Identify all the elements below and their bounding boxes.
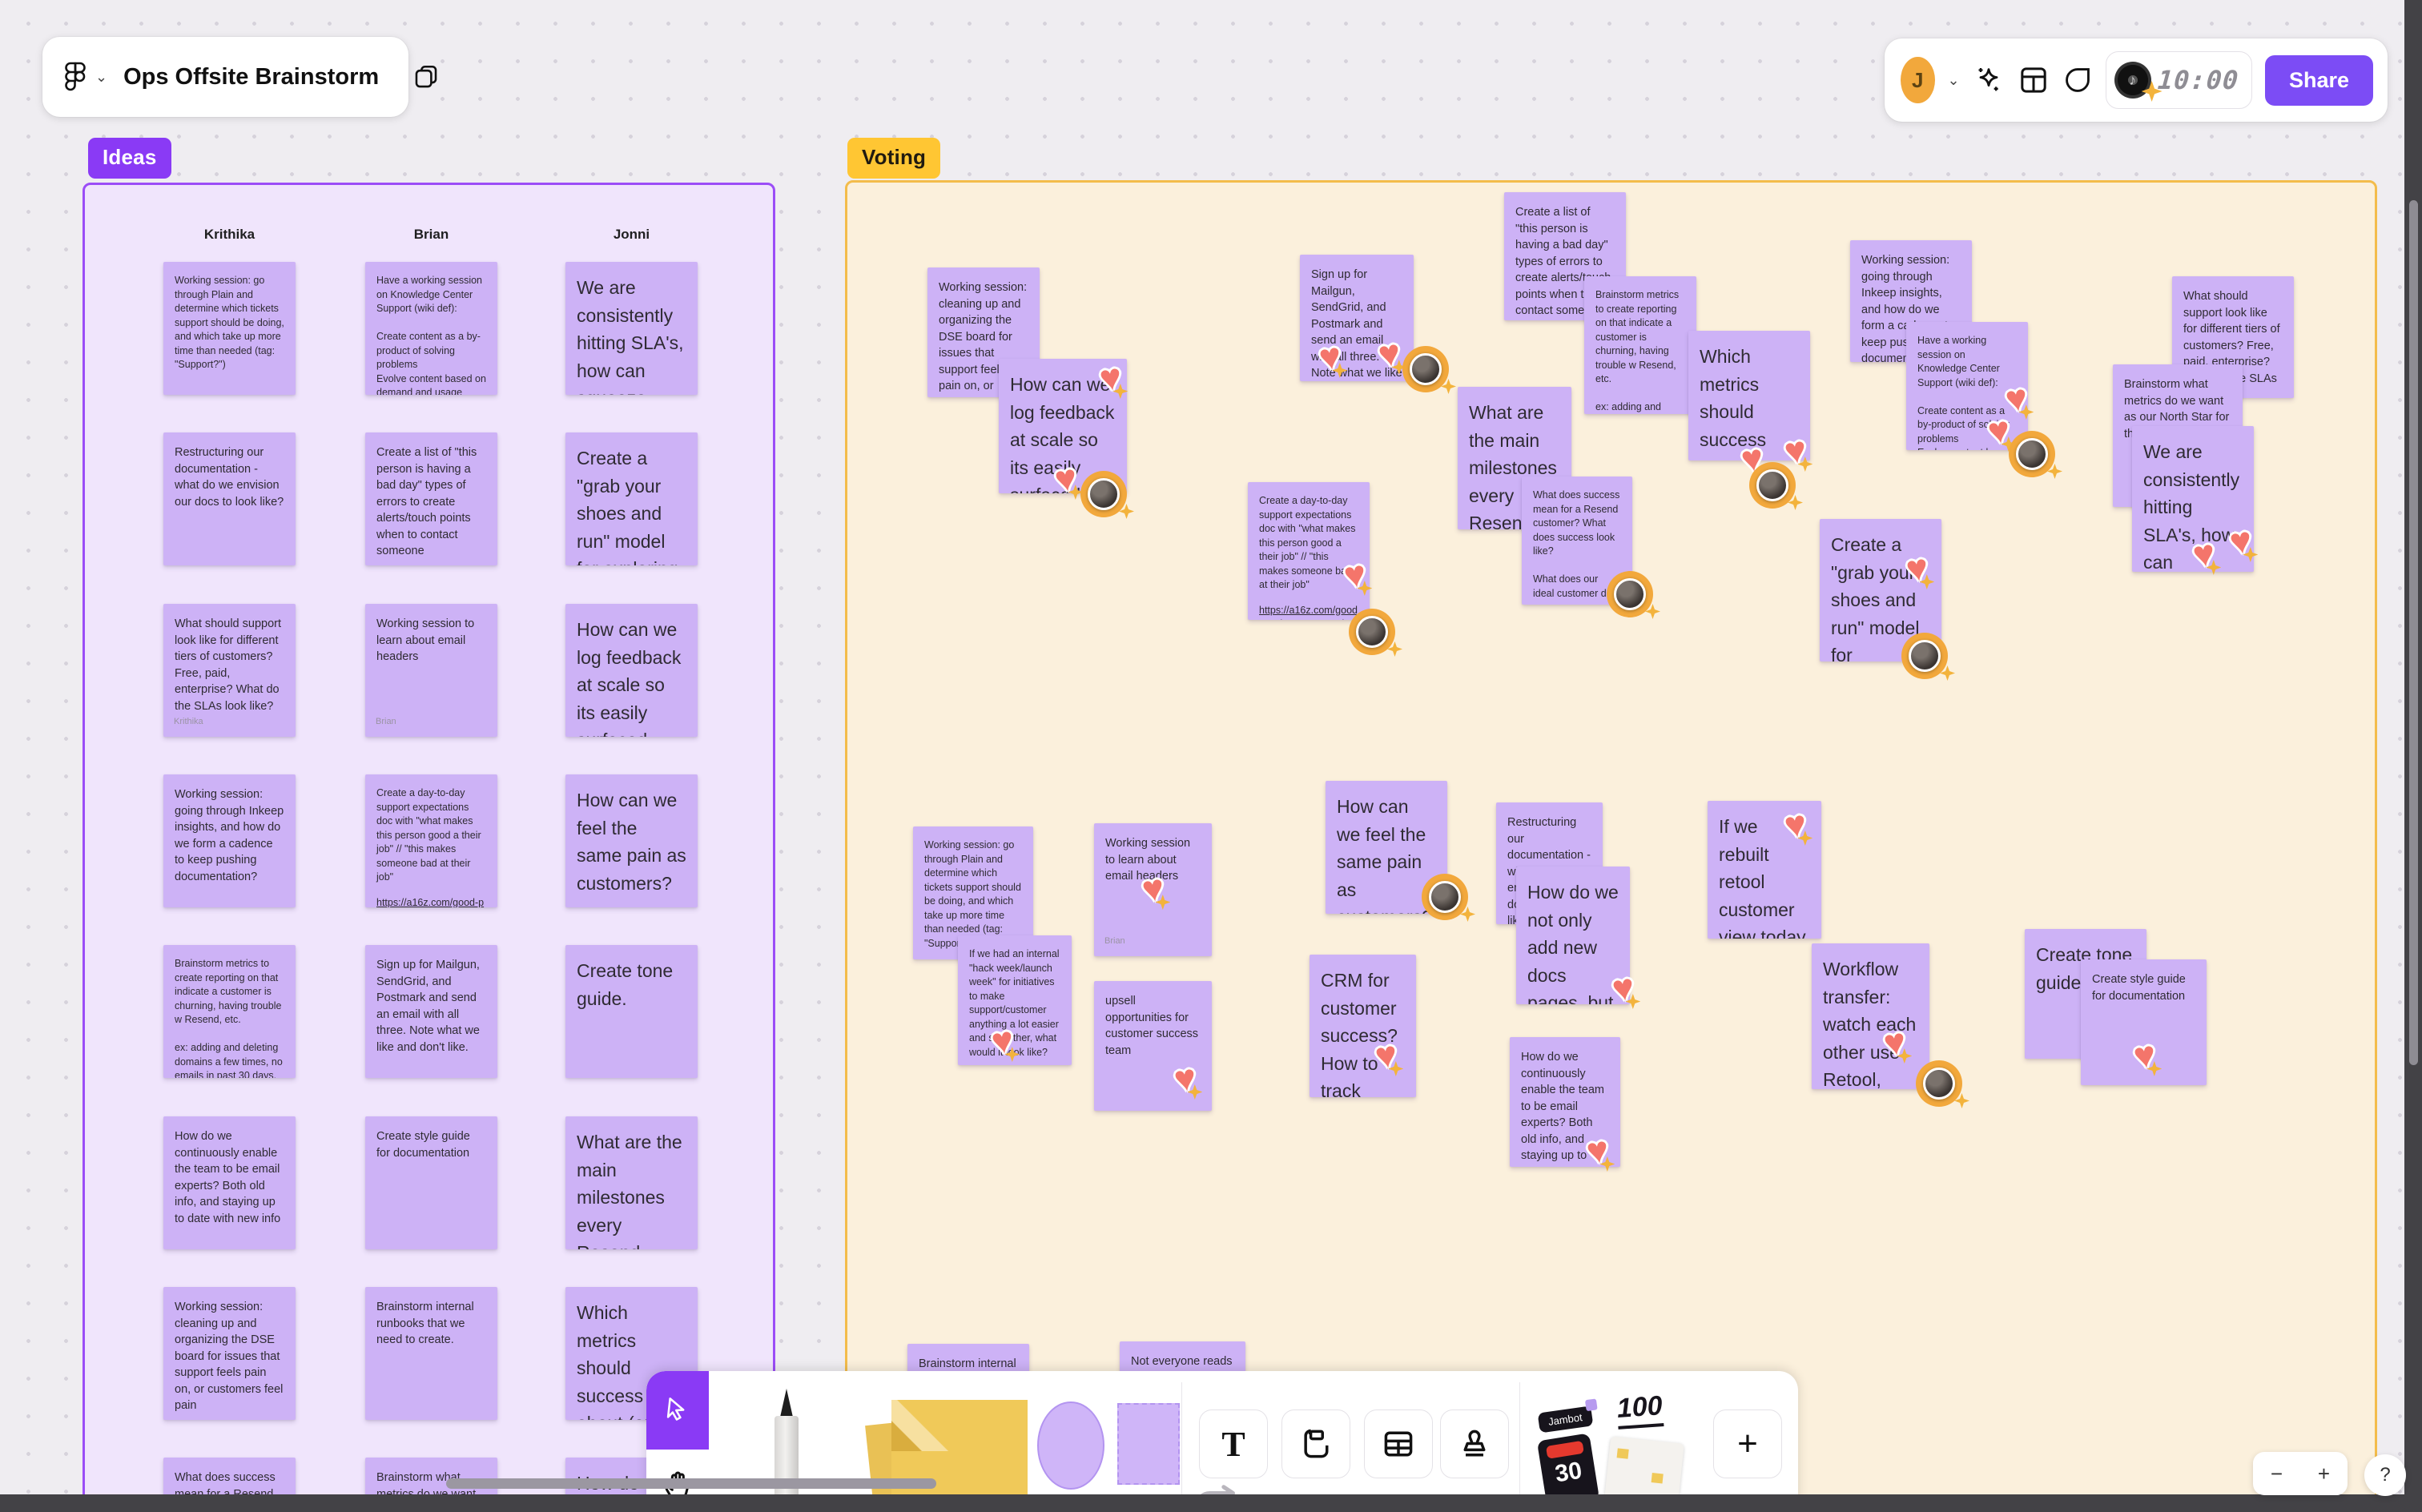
figma-logo-icon[interactable] bbox=[65, 59, 86, 94]
file-title-bar: ⌄ Ops Offsite Brainstorm bbox=[42, 37, 437, 117]
music-disc-icon: ♪ bbox=[2114, 62, 2162, 102]
sticky-note[interactable]: Brainstorm metrics to create reporting o… bbox=[1584, 276, 1696, 414]
sticky-note[interactable]: Create a list of "this person is having … bbox=[365, 432, 497, 565]
sticky-note[interactable]: Working session to learn about email hea… bbox=[1094, 823, 1212, 956]
column-author-label: Jonni bbox=[613, 227, 650, 242]
share-button[interactable]: Share bbox=[2264, 54, 2373, 106]
sticky-note[interactable]: How do we not only add new docs pages, b… bbox=[1516, 867, 1630, 1004]
sticky-note[interactable]: Create style guide for documentation bbox=[365, 1116, 497, 1249]
horizontal-scrollbar[interactable] bbox=[446, 1478, 936, 1489]
sticky-note[interactable]: What does success mean for a Resend cust… bbox=[1522, 477, 1632, 605]
sticky-note[interactable]: What should support look like for differ… bbox=[163, 604, 296, 737]
note-author: Brian bbox=[376, 717, 396, 727]
sticky-note[interactable]: Create tone guide. bbox=[565, 945, 698, 1078]
stamp-tool[interactable] bbox=[1440, 1409, 1509, 1478]
zoom-in-button[interactable]: + bbox=[2318, 1462, 2330, 1486]
note-author: Brian bbox=[1104, 936, 1125, 947]
column-author-label: Brian bbox=[413, 227, 449, 242]
app-toolbar: J ⌄ ♪ 10:00 Share bbox=[1885, 38, 2388, 122]
sticky-note[interactable]: Workflow transfer: watch each other use … bbox=[1812, 943, 1929, 1089]
sticky-note[interactable]: Create a day-to-day support expectations… bbox=[365, 774, 497, 907]
vertical-scrollbar[interactable] bbox=[2409, 200, 2418, 1065]
sticky-note[interactable]: If we had an internal "hack week/launch … bbox=[958, 935, 1072, 1065]
sticky-note[interactable]: How do we continuously enable the team t… bbox=[1510, 1037, 1620, 1167]
note-link[interactable]: https://a16z.com/good-product-manager-ba… bbox=[376, 896, 486, 908]
divider bbox=[1519, 1382, 1520, 1512]
ai-sparkle-icon[interactable] bbox=[1973, 62, 2005, 98]
sticky-note[interactable]: Restructuring our documentation - what d… bbox=[163, 432, 296, 565]
widgets-tool[interactable]: Jambot 100 30 bbox=[1534, 1387, 1697, 1512]
add-tool[interactable]: + bbox=[1713, 1409, 1782, 1478]
section-tool[interactable] bbox=[1281, 1409, 1350, 1478]
sticky-note[interactable]: How do we continuously enable the team t… bbox=[163, 1116, 296, 1249]
sticky-note[interactable]: Create a "grab your shoes and run" model… bbox=[1820, 519, 1941, 662]
sticky-note[interactable]: Working session to learn about email hea… bbox=[365, 604, 497, 737]
board-canvas[interactable]: Ideas Voting Krithika Working session: go… bbox=[0, 0, 2422, 1512]
table-tool[interactable] bbox=[1364, 1409, 1433, 1478]
window-edge bbox=[0, 1494, 2422, 1512]
select-tool[interactable] bbox=[646, 1371, 709, 1450]
shape-tool-square[interactable] bbox=[1117, 1403, 1180, 1485]
zoom-controls: − + bbox=[2253, 1452, 2348, 1495]
sticky-note[interactable]: How can we log feedback at scale so its … bbox=[999, 359, 1127, 493]
chevron-down-icon[interactable]: ⌄ bbox=[1948, 72, 1960, 89]
zoom-out-button[interactable]: − bbox=[2271, 1462, 2283, 1486]
sticky-note[interactable]: Working session: going through Inkeep in… bbox=[163, 774, 296, 907]
divider bbox=[1181, 1382, 1182, 1512]
note-author: Krithika bbox=[174, 717, 203, 727]
sticky-note[interactable]: Which metrics should success care about … bbox=[1688, 331, 1810, 460]
jambot-widget: Jambot bbox=[1537, 1405, 1594, 1434]
note-link[interactable]: https://a16z.com/good-product-manager-ba… bbox=[1259, 604, 1358, 621]
sticky-note[interactable]: Create a "grab your shoes and run" model… bbox=[565, 432, 698, 565]
sticky-note[interactable]: What are the main milestones every Resen… bbox=[565, 1116, 698, 1249]
timer-widget[interactable]: ♪ 10:00 bbox=[2105, 51, 2252, 109]
sticky-note[interactable]: If we rebuilt retool customer view today… bbox=[1708, 801, 1821, 939]
sticky-note[interactable]: Sign up for Mailgun, SendGrid, and Postm… bbox=[365, 945, 497, 1078]
tools-toolbar: T Jambot 100 30 + bbox=[646, 1371, 1798, 1512]
voting-section-label[interactable]: Voting bbox=[847, 138, 941, 179]
text-tool[interactable]: T bbox=[1199, 1409, 1268, 1478]
sticky-note[interactable]: Brainstorm metrics to create reporting o… bbox=[163, 945, 296, 1078]
user-avatar[interactable]: J bbox=[1901, 57, 1935, 103]
document-title[interactable]: Ops Offsite Brainstorm bbox=[123, 64, 379, 90]
sticky-note[interactable]: Working session: cleaning up and organiz… bbox=[163, 1287, 296, 1420]
score-widget: 100 bbox=[1615, 1390, 1664, 1430]
chevron-down-icon[interactable]: ⌄ bbox=[95, 69, 107, 86]
sticky-note[interactable]: Create style guide for documentation bbox=[2081, 959, 2207, 1085]
sticky-note[interactable]: Sign up for Mailgun, SendGrid, and Postm… bbox=[1300, 255, 1414, 381]
sticky-note[interactable]: upsell opportunities for customer succes… bbox=[1094, 981, 1212, 1111]
comment-icon[interactable] bbox=[2062, 62, 2093, 98]
sticky-note[interactable]: Create a day-to-day support expectations… bbox=[1248, 482, 1370, 620]
ideas-section-label[interactable]: Ideas bbox=[88, 138, 171, 179]
sticky-note[interactable]: CRM for customer success? How to track m… bbox=[1310, 955, 1416, 1097]
sticky-note[interactable]: We are consistently hitting SLA's, how c… bbox=[2132, 426, 2254, 572]
sticky-note[interactable]: Have a working session on Knowledge Cent… bbox=[365, 262, 497, 395]
column-author-label: Krithika bbox=[203, 227, 255, 242]
sticky-note[interactable]: How can we feel the same pain as custome… bbox=[1326, 781, 1447, 914]
sticky-note[interactable]: We are consistently hitting SLA's, how c… bbox=[565, 262, 698, 395]
sticky-note[interactable]: How can we feel the same pain as custome… bbox=[565, 774, 698, 907]
sticky-note[interactable]: How can we log feedback at scale so its … bbox=[565, 604, 698, 737]
templates-icon[interactable] bbox=[2018, 62, 2050, 98]
boards-icon[interactable] bbox=[412, 37, 440, 117]
sticky-note[interactable]: Brainstorm internal runbooks that we nee… bbox=[365, 1287, 497, 1420]
sticky-note[interactable]: Working session: go through Plain and de… bbox=[163, 262, 296, 395]
help-button[interactable]: ? bbox=[2364, 1454, 2406, 1496]
sticky-note[interactable]: Have a working session on Knowledge Cent… bbox=[1906, 322, 2028, 450]
timer-value: 10:00 bbox=[2156, 65, 2240, 95]
shape-tool-ellipse[interactable] bbox=[1037, 1401, 1104, 1490]
